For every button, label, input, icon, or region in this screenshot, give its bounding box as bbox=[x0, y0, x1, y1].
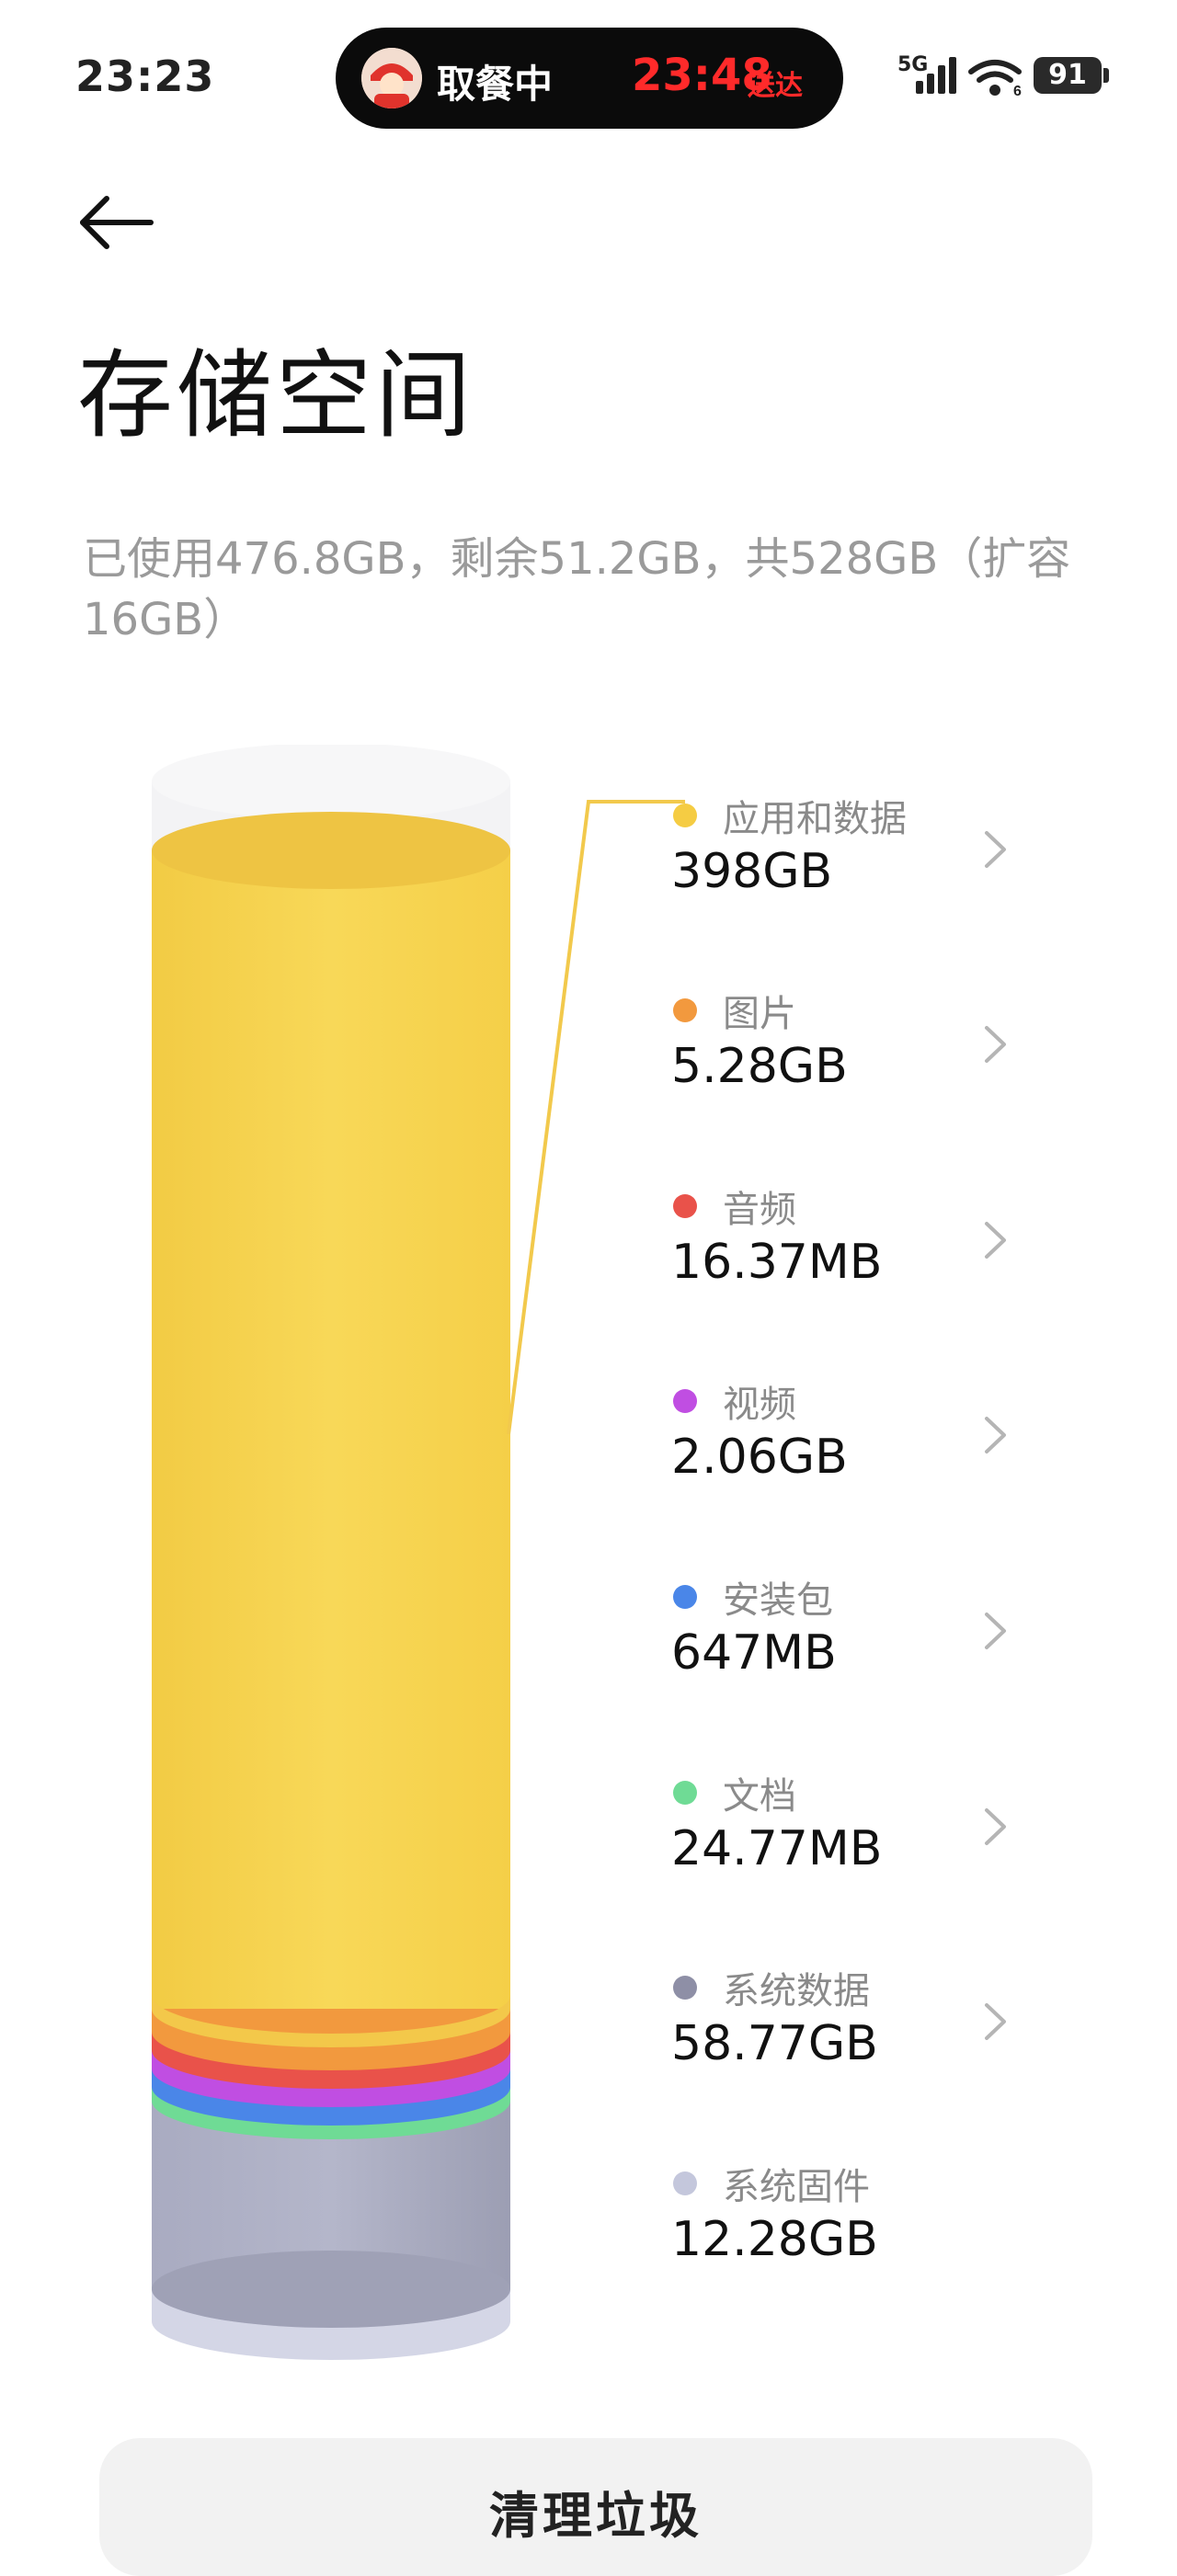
chevron-right-icon bbox=[985, 2003, 1006, 2040]
battery-level: 91 bbox=[1048, 59, 1087, 91]
storage-item-label: 系统数据 bbox=[723, 1970, 870, 2012]
storage-item-label: 应用和数据 bbox=[723, 798, 907, 840]
storage-item-audio[interactable]: 音频 16.37MB bbox=[671, 1168, 1039, 1306]
battery-tip bbox=[1103, 68, 1109, 83]
signal-icon bbox=[916, 57, 956, 94]
storage-item-size: 24.77MB bbox=[671, 1821, 883, 1876]
storage-summary: 已使用476.8GB，剩余51.2GB，共528GB（扩容16GB） bbox=[83, 533, 1071, 645]
storage-item-system-firmware: 系统固件 12.28GB bbox=[671, 2146, 1039, 2284]
chevron-right-icon bbox=[985, 1808, 1006, 1845]
chevron-right-icon bbox=[985, 1613, 1006, 1649]
video-color-dot bbox=[673, 1389, 697, 1413]
storage-item-label: 图片 bbox=[723, 993, 796, 1035]
storage-item-label: 文档 bbox=[723, 1775, 796, 1818]
storage-item-documents[interactable]: 文档 24.77MB bbox=[671, 1755, 1039, 1893]
wifi-icon: 6 bbox=[968, 60, 1022, 97]
storage-item-label: 系统固件 bbox=[723, 2166, 870, 2208]
island-eta-suffix: 送达 bbox=[748, 70, 803, 102]
storage-item-apps[interactable]: 应用和数据 398GB bbox=[671, 778, 1039, 916]
chevron-right-icon bbox=[985, 831, 1006, 868]
audio-color-dot bbox=[673, 1194, 697, 1218]
system-data-color-dot bbox=[673, 1976, 697, 2000]
arrow-left-icon bbox=[80, 196, 154, 249]
images-color-dot bbox=[673, 998, 697, 1022]
storage-item-label: 视频 bbox=[723, 1384, 796, 1426]
page-title: 存储空间 bbox=[77, 339, 475, 451]
storage-item-label: 安装包 bbox=[723, 1579, 833, 1622]
status-time: 23:23 bbox=[75, 51, 215, 101]
svg-text:6: 6 bbox=[1013, 84, 1022, 97]
storage-cylinder-chart bbox=[152, 745, 510, 2360]
documents-color-dot bbox=[673, 1781, 697, 1805]
clean-junk-label: 清理垃圾 bbox=[489, 2487, 703, 2545]
storage-item-size: 5.28GB bbox=[671, 1039, 848, 1094]
system-firmware-color-dot bbox=[673, 2171, 697, 2195]
storage-item-apk[interactable]: 安装包 647MB bbox=[671, 1559, 1039, 1697]
storage-item-system-data[interactable]: 系统数据 58.77GB bbox=[671, 1950, 1039, 2088]
dynamic-island[interactable]: 取餐中 23:48 送达 bbox=[336, 28, 843, 129]
battery-icon: 91 bbox=[1034, 57, 1102, 94]
storage-item-images[interactable]: 图片 5.28GB bbox=[671, 973, 1039, 1111]
island-status-label: 取餐中 bbox=[437, 62, 554, 107]
storage-item-size: 647MB bbox=[671, 1625, 837, 1681]
storage-item-size: 16.37MB bbox=[671, 1235, 883, 1290]
storage-item-size: 398GB bbox=[671, 844, 833, 899]
chevron-right-icon bbox=[985, 1222, 1006, 1259]
storage-item-size: 2.06GB bbox=[671, 1430, 848, 1485]
storage-item-video[interactable]: 视频 2.06GB bbox=[671, 1363, 1039, 1501]
chevron-right-icon bbox=[985, 1026, 1006, 1063]
storage-item-label: 音频 bbox=[723, 1189, 796, 1231]
chevron-right-icon bbox=[985, 1417, 1006, 1453]
storage-item-size: 58.77GB bbox=[671, 2016, 878, 2071]
clean-junk-button[interactable]: 清理垃圾 bbox=[99, 2438, 1092, 2576]
apk-color-dot bbox=[673, 1585, 697, 1609]
status-bar: 23:23 取餐中 23:48 送达 5G 6 91 bbox=[0, 0, 1177, 156]
apps-color-dot bbox=[673, 804, 697, 827]
segment-apps-data bbox=[152, 850, 510, 2009]
storage-item-size: 12.28GB bbox=[671, 2212, 878, 2267]
delivery-avatar-icon bbox=[361, 48, 422, 108]
back-button[interactable] bbox=[74, 184, 166, 267]
